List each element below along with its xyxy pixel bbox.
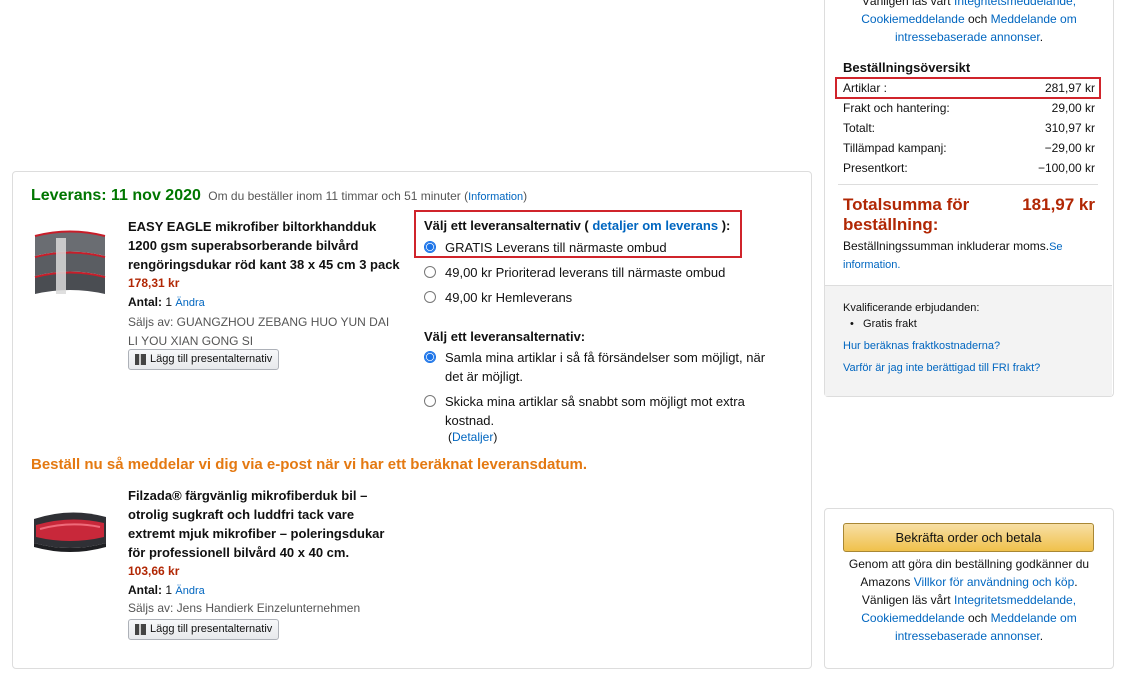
quantity-label: Antal: — [128, 295, 162, 309]
delivery-option-label: 49,00 kr Hemleverans — [445, 290, 573, 305]
radio-button[interactable] — [424, 291, 436, 303]
product-price: 178,31 kr — [128, 276, 180, 290]
summary-title: Beställningsöversikt — [843, 60, 971, 75]
radio-button[interactable] — [424, 395, 436, 407]
terms-link[interactable]: Villkor för användning och köp — [914, 575, 1075, 589]
delivery-notify-message: Beställ nu så meddelar vi dig via e-post… — [31, 456, 588, 473]
product-seller: Säljs av: Jens Handierk Einzelunternehme… — [128, 601, 361, 615]
change-quantity-link[interactable]: Ändra — [175, 585, 204, 597]
quantity-label: Antal: — [128, 583, 162, 597]
gift-icon — [135, 354, 146, 365]
gift-icon — [135, 624, 146, 635]
summary-shipping-label: Frakt och hantering: — [843, 101, 950, 115]
delivery-close-paren: ) — [523, 189, 528, 203]
summary-shipping-value: 29,00 kr — [1051, 101, 1095, 115]
delivery-option-label: 49,00 kr Prioriterad leverans till närma… — [445, 265, 726, 280]
delivery-header: Leverans: 11 nov 2020 Om du beställer in… — [31, 187, 527, 205]
change-quantity-link[interactable]: Ändra — [175, 297, 204, 309]
delivery-option-free-pickup[interactable]: GRATIS Leverans till närmaste ombud — [424, 238, 784, 257]
delivery-heading-text: Välj ett leveransalternativ ( — [424, 218, 593, 233]
product-image-towels-stack[interactable] — [30, 222, 110, 302]
delivery-option-home[interactable]: 49,00 kr Hemleverans — [424, 288, 784, 307]
summary-row-giftcard: Presentkort: −100,00 kr — [843, 161, 1095, 175]
delivery-heading-end: ): — [718, 218, 731, 233]
gift-button-label: Lägg till presentalternativ — [150, 623, 273, 635]
vat-note-text: Beställningssumman inkluderar moms. — [843, 239, 1050, 253]
add-gift-option-button[interactable]: Lägg till presentalternativ — [128, 619, 280, 640]
vat-note: Beställningssumman inkluderar moms.Se in… — [843, 238, 1098, 274]
shipping-details: (Detaljer) — [448, 430, 497, 444]
radio-button-selected[interactable] — [424, 241, 436, 253]
highlight-box-items — [835, 77, 1101, 99]
summary-row-shipping: Frakt och hantering: 29,00 kr — [843, 101, 1095, 115]
confirm-order-button[interactable]: Bekräfta order och betala — [843, 523, 1094, 552]
quantity-value: 1 — [165, 583, 173, 597]
order-total-label: Totalsumma för beställning: — [843, 195, 970, 234]
summary-giftcard-value: −100,00 kr — [1037, 161, 1095, 175]
delivery-option-label: GRATIS Leverans till närmaste ombud — [445, 240, 667, 255]
confirm-legal-text: Genom att göra din beställning godkänner… — [838, 555, 1100, 645]
quantity-value: 1 — [165, 295, 173, 309]
radio-button[interactable] — [424, 266, 436, 278]
offers-title: Kvalificerande erbjudanden: — [843, 302, 980, 314]
order-total-value: 181,97 kr — [1022, 195, 1095, 214]
shipping-speed-fast[interactable]: Skicka mina artiklar så snabbt som möjli… — [424, 392, 774, 430]
product-price: 103,66 kr — [128, 564, 180, 578]
summary-total-value: 310,97 kr — [1044, 121, 1095, 135]
confirm-end: . — [1039, 629, 1044, 643]
summary-promo-label: Tillämpad kampanj: — [843, 141, 947, 155]
shipping-cost-link[interactable]: Hur beräknas fraktkostnaderna? — [843, 340, 1000, 352]
summary-row-total: Totalt: 310,97 kr — [843, 121, 1095, 135]
gift-button-label: Lägg till presentalternativ — [150, 353, 273, 365]
shipping-details-link[interactable]: Detaljer — [452, 430, 493, 444]
privacy-link-bottom[interactable]: Integritetsmeddelande, — [954, 593, 1076, 607]
free-shipping-eligibility-link[interactable]: Varför är jag inte berättigad till FRI f… — [843, 362, 1040, 374]
delivery-info-link[interactable]: Information — [468, 191, 523, 203]
product-title[interactable]: Filzada® färgvänlig mikrofiberduk bil – … — [128, 486, 398, 562]
delivery-date: Leverans: 11 nov 2020 — [31, 187, 201, 204]
shipping-speed-label: Skicka mina artiklar så snabbt som möjli… — [445, 394, 745, 428]
product-image-microfiber-cloth[interactable] — [30, 485, 110, 565]
product-quantity: Antal: 1 Ändra — [128, 295, 205, 309]
summary-promo-value: −29,00 kr — [1044, 141, 1095, 155]
shipping-speed-consolidate[interactable]: Samla mina artiklar i så få försändelser… — [424, 348, 774, 386]
delivery-option-priority-pickup[interactable]: 49,00 kr Prioriterad leverans till närma… — [424, 263, 784, 282]
policy-and: och — [964, 12, 991, 26]
summary-row-promo: Tillämpad kampanj: −29,00 kr — [843, 141, 1095, 155]
delivery-details-link[interactable]: detaljer om leverans — [592, 218, 718, 233]
policy-end: . — [1039, 30, 1044, 44]
summary-divider — [838, 184, 1098, 185]
policy-text-top: Vänligen läs vårt Integritetsmeddelande,… — [826, 0, 1112, 46]
cookie-link-bottom[interactable]: Cookiemeddelande — [861, 611, 964, 625]
privacy-link[interactable]: Integritetsmeddelande, — [954, 0, 1076, 8]
summary-giftcard-label: Presentkort: — [843, 161, 908, 175]
confirm-and: och — [964, 611, 991, 625]
summary-total-label: Totalt: — [843, 121, 876, 135]
shipping-speed-heading: Välj ett leveransalternativ: — [424, 329, 586, 344]
product-quantity: Antal: 1 Ändra — [128, 583, 205, 597]
cookie-link[interactable]: Cookiemeddelande — [861, 12, 964, 26]
delivery-option-heading: Välj ett leveransalternativ ( detaljer o… — [424, 218, 730, 233]
delivery-countdown: Om du beställer inom 11 timmar och 51 mi… — [208, 189, 469, 203]
product-title[interactable]: EASY EAGLE mikrofiber biltorkhandduk 120… — [128, 217, 408, 274]
shipping-speed-label: Samla mina artiklar i så få försändelser… — [445, 350, 766, 384]
add-gift-option-button[interactable]: Lägg till presentalternativ — [128, 349, 280, 370]
radio-button-selected[interactable] — [424, 351, 436, 363]
details-close: ) — [493, 430, 498, 444]
offer-item: • Gratis frakt — [850, 318, 917, 330]
product-seller: Säljs av: GUANGZHOU ZEBANG HUO YUN DAI L… — [128, 315, 390, 348]
policy-text: Vänligen läs vårt — [861, 0, 954, 8]
offer-item-label: Gratis frakt — [863, 318, 917, 330]
